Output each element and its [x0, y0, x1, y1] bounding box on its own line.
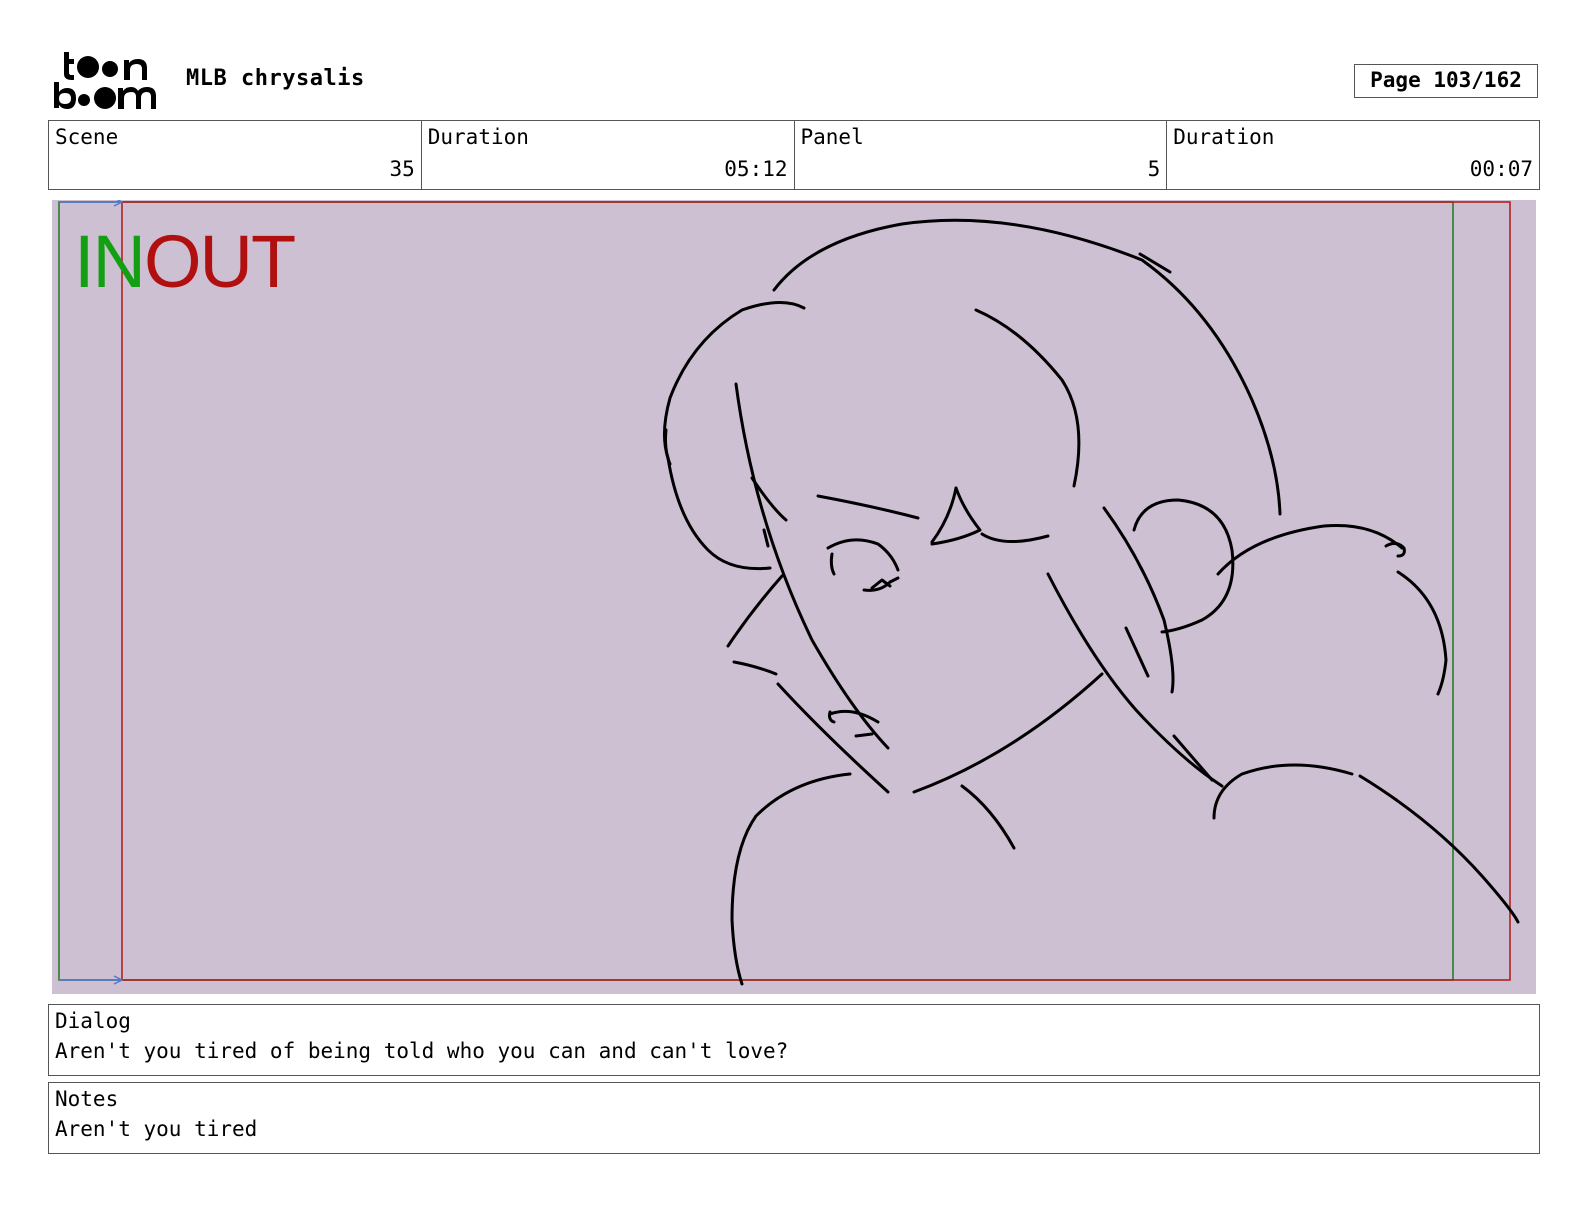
dialog-text: Aren't you tired of being told who you c… [55, 1039, 789, 1063]
panel-label: Panel [800, 125, 864, 149]
panel-value: 5 [1147, 157, 1161, 181]
scene-duration-value: 05:12 [724, 157, 788, 181]
in-out-indicator: INOUT [74, 220, 296, 303]
panel-info-row: Scene 35 Duration 05:12 Panel 5 Duration… [48, 120, 1540, 190]
scene-value: 35 [389, 157, 415, 181]
panel-duration-label: Duration [1173, 125, 1275, 149]
notes-label: Notes [55, 1087, 119, 1111]
out-frame-guide [121, 201, 1511, 981]
scene-label: Scene [55, 125, 119, 149]
page-indicator: Page 103/162 [1354, 64, 1538, 98]
in-frame-guide [58, 201, 1454, 981]
scene-duration-label: Duration [427, 125, 529, 149]
notes-text: Aren't you tired [55, 1117, 258, 1141]
panel-cell: Panel 5 [793, 121, 1167, 189]
in-label: IN [74, 220, 146, 303]
dialog-box: Dialog Aren't you tired of being told wh… [48, 1004, 1540, 1076]
scene-cell: Scene 35 [49, 121, 421, 189]
panel-duration-cell: Duration 00:07 [1166, 121, 1539, 189]
toonboom-logo [54, 52, 156, 109]
scene-duration-cell: Duration 05:12 [420, 121, 794, 189]
frame-guides-and-sketch [58, 200, 1520, 986]
storyboard-frame: INOUT [52, 200, 1536, 994]
dialog-label: Dialog [55, 1009, 131, 1033]
out-label: OUT [144, 220, 296, 303]
character-sketch [663, 218, 1520, 986]
panel-duration-value: 00:07 [1469, 157, 1533, 181]
project-title: MLB chrysalis [186, 66, 365, 91]
notes-box: Notes Aren't you tired [48, 1082, 1540, 1154]
